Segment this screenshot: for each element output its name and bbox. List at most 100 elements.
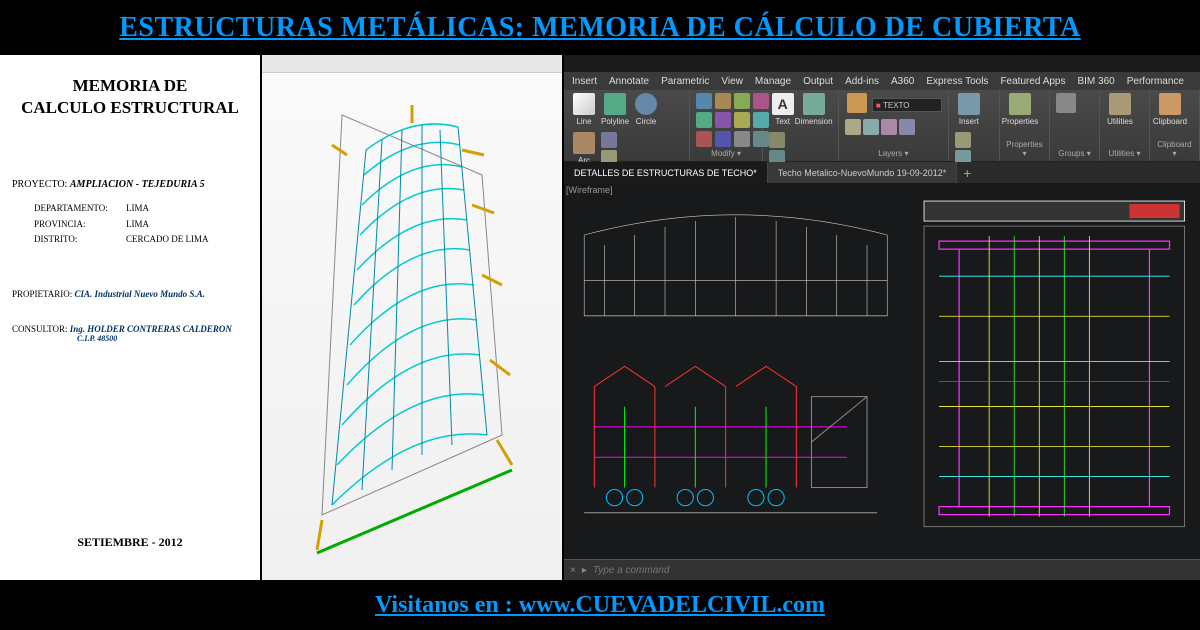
ribbon-tab-express[interactable]: Express Tools <box>926 76 988 87</box>
cad-ribbon: Line Polyline Circle Arc Draw ▾ <box>564 90 1200 162</box>
clipboard-button[interactable]: Clipboard <box>1156 93 1184 129</box>
text-button[interactable]: AText <box>769 93 797 129</box>
ribbon-group-layers: ■ TEXTO Layers ▾ <box>839 90 949 161</box>
cad-ribbon-tabs: Insert Annotate Parametric View Manage O… <box>564 72 1200 91</box>
cad-commandline: × ▸ <box>564 559 1200 580</box>
layer-dropdown[interactable]: ■ TEXTO <box>872 98 942 112</box>
layer-icon-2[interactable] <box>863 119 879 135</box>
line-label: Line <box>576 117 591 126</box>
clipboard-group-label: Clipboard ▾ <box>1156 140 1193 158</box>
dim-label: Dimension <box>795 117 833 126</box>
scale-icon[interactable] <box>715 112 731 128</box>
leader-icon[interactable] <box>769 132 785 148</box>
move-icon[interactable] <box>696 93 712 109</box>
stretch-icon[interactable] <box>734 93 750 109</box>
circle-button[interactable]: Circle <box>632 93 660 129</box>
cad-viewport-right[interactable] <box>909 183 1200 560</box>
draw-icon-1[interactable] <box>601 132 617 148</box>
utilities-button[interactable]: Utilities <box>1106 93 1134 129</box>
command-input[interactable] <box>593 565 1194 576</box>
owner-value: CIA. Industrial Nuevo Mundo S.A. <box>75 289 205 299</box>
doc-title-line1: MEMORIA DE <box>73 76 188 95</box>
create-block-icon[interactable] <box>955 132 971 148</box>
dimension-button[interactable]: Dimension <box>800 93 828 129</box>
doc-owner-row: PROPIETARIO: CIA. Industrial Nuevo Mundo… <box>12 289 248 299</box>
ribbon-tab-annotate[interactable]: Annotate <box>609 76 649 87</box>
dept-value: LIMA <box>126 202 246 216</box>
copy-icon[interactable] <box>715 93 731 109</box>
cad-file-tabs: DETALLES DE ESTRUCTURAS DE TECHO* Techo … <box>564 162 1200 182</box>
text-label: Text <box>775 117 790 126</box>
doc-location-table: DEPARTAMENTO:LIMA PROVINCIA:LIMA DISTRIT… <box>32 200 248 249</box>
new-file-tab-button[interactable]: + <box>957 162 977 182</box>
ribbon-group-clipboard: Clipboard Clipboard ▾ <box>1150 90 1200 161</box>
props-label: Properties <box>1002 117 1038 126</box>
properties-button[interactable]: Properties <box>1006 93 1034 129</box>
ribbon-group-groups: Groups ▾ <box>1050 90 1100 161</box>
ribbon-tab-insert[interactable]: Insert <box>572 76 597 87</box>
file-tab-1[interactable]: DETALLES DE ESTRUCTURAS DE TECHO* <box>564 162 768 182</box>
prov-value: LIMA <box>126 218 246 232</box>
ribbon-tab-manage[interactable]: Manage <box>755 76 791 87</box>
insert-block-button[interactable]: Insert <box>955 93 983 129</box>
page-title: ESTRUCTURAS METÁLICAS: MEMORIA DE CÁLCUL… <box>119 12 1081 44</box>
offset-icon[interactable] <box>715 131 731 147</box>
autocad-panel: Insert Annotate Parametric View Manage O… <box>564 55 1200 580</box>
dist-label: DISTRITO: <box>34 233 124 247</box>
array-icon[interactable] <box>696 131 712 147</box>
model-toolbar <box>262 55 562 73</box>
consultor-cip: C.I.P. 48500 <box>77 334 248 343</box>
ribbon-tab-performance[interactable]: Performance <box>1127 76 1184 87</box>
doc-date: SETIEMBRE - 2012 <box>12 535 248 550</box>
line-button[interactable]: Line <box>570 93 598 129</box>
file-tab-2[interactable]: Techo Metalico-NuevoMundo 19-09-2012* <box>768 162 958 182</box>
cmd-close-icon[interactable]: × <box>570 565 576 576</box>
ribbon-tab-bim360[interactable]: BIM 360 <box>1077 76 1114 87</box>
plan-drawing <box>909 183 1200 560</box>
ribbon-tab-featured[interactable]: Featured Apps <box>1000 76 1065 87</box>
elevation-drawing <box>564 183 907 560</box>
erase-icon[interactable] <box>734 131 750 147</box>
layer-icon-1[interactable] <box>845 119 861 135</box>
mirror-icon[interactable] <box>696 112 712 128</box>
ribbon-group-annotation: AText Dimension Annotation ▾ <box>763 90 839 161</box>
ribbon-tab-view[interactable]: View <box>721 76 743 87</box>
structural-model-panel <box>262 55 562 580</box>
footer-link[interactable]: Visitanos en : www.CUEVADELCIVIL.com <box>375 592 825 619</box>
properties-group-label: Properties ▾ <box>1006 140 1043 158</box>
footer-bar: Visitanos en : www.CUEVADELCIVIL.com <box>0 580 1200 630</box>
doc-title: MEMORIA DE CALCULO ESTRUCTURAL <box>12 75 248 119</box>
groups-group-label: Groups ▾ <box>1056 149 1093 158</box>
ribbon-tab-parametric[interactable]: Parametric <box>661 76 709 87</box>
doc-title-line2: CALCULO ESTRUCTURAL <box>21 98 239 117</box>
header-bar: ESTRUCTURAS METÁLICAS: MEMORIA DE CÁLCUL… <box>0 0 1200 55</box>
clip-label: Clipboard <box>1153 117 1187 126</box>
insert-label: Insert <box>959 117 979 126</box>
layer-icon-4[interactable] <box>899 119 915 135</box>
document-cover-panel: MEMORIA DE CALCULO ESTRUCTURAL PROYECTO:… <box>0 55 260 580</box>
ribbon-tab-addins[interactable]: Add-ins <box>845 76 879 87</box>
layer-current: TEXTO <box>883 101 910 110</box>
circle-label: Circle <box>636 117 656 126</box>
layer-properties-button[interactable] <box>845 93 869 117</box>
util-label: Utilities <box>1107 117 1133 126</box>
ribbon-tab-a360[interactable]: A360 <box>891 76 914 87</box>
dept-label: DEPARTAMENTO: <box>34 202 124 216</box>
ribbon-group-block: Insert Block ▾ <box>949 90 1000 161</box>
modify-group-label: Modify ▾ <box>696 149 755 158</box>
cad-titlebar <box>564 55 1200 72</box>
layer-icon-3[interactable] <box>881 119 897 135</box>
trim-icon[interactable] <box>734 112 750 128</box>
cad-drawing-area[interactable]: [Wireframe] <box>564 183 1200 560</box>
consultor-value: Ing. HOLDER CONTRERAS CALDERON <box>70 324 232 334</box>
layers-group-label: Layers ▾ <box>845 149 942 158</box>
polyline-button[interactable]: Polyline <box>601 93 629 129</box>
group-icon[interactable] <box>1056 93 1076 113</box>
wireframe-label: [Wireframe] <box>566 185 613 195</box>
ribbon-group-utilities: Utilities Utilities ▾ <box>1100 90 1150 161</box>
doc-consultor-row: CONSULTOR: Ing. HOLDER CONTRERAS CALDERO… <box>12 324 248 343</box>
cad-viewport-left[interactable]: [Wireframe] <box>564 183 907 560</box>
ribbon-tab-output[interactable]: Output <box>803 76 833 87</box>
consultor-label: CONSULTOR: <box>12 324 68 334</box>
owner-label: PROPIETARIO: <box>12 289 72 299</box>
